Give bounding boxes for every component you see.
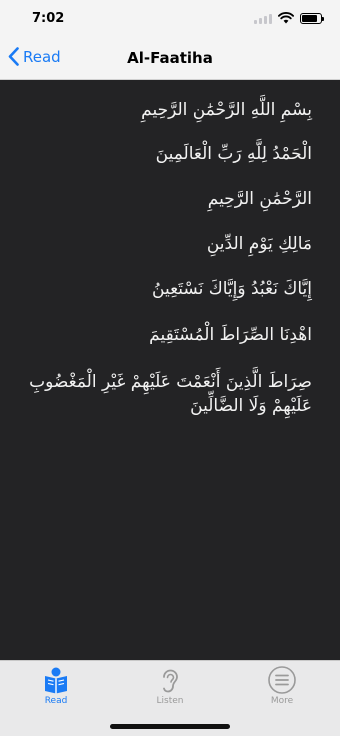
ear-icon	[163, 669, 178, 693]
page-title: Al-Faatiha	[127, 49, 213, 67]
verse-5: إِيَّاكَ نَعْبُدُ وَإِيَّاكَ نَسْتَعِينُ	[152, 279, 312, 299]
verse-6: اهْدِنَا الصِّرَاطَ الْمُسْتَقِيمَ	[149, 325, 312, 345]
screen: 7:02 Read Al-Faatiha بِسْمِ اللَّهِ الرَ…	[0, 0, 340, 736]
verse-7: صِرَاطَ الَّذِينَ أَنْعَمْتَ عَلَيْهِمْ …	[29, 372, 312, 416]
cellular-signal-icon	[254, 13, 272, 24]
tab-more-label: More	[270, 696, 294, 706]
navigation-bar: Read Al-Faatiha	[0, 36, 340, 80]
more-icon	[268, 666, 296, 694]
home-indicator	[110, 724, 230, 729]
status-icons	[254, 12, 324, 24]
reader-icon	[45, 667, 67, 694]
status-bar: 7:02	[0, 0, 340, 36]
status-time: 7:02	[32, 11, 65, 26]
battery-level	[302, 14, 317, 22]
tab-listen[interactable]: Listen	[140, 665, 200, 706]
wifi-icon	[278, 12, 294, 24]
verse-3: الرَّحْمَٰنِ الرَّحِيمِ	[207, 189, 312, 209]
tab-more[interactable]: More	[252, 665, 312, 706]
battery-icon	[300, 12, 324, 24]
verse-1: بِسْمِ اللَّهِ الرَّحْمَٰنِ الرَّحِيمِ	[141, 100, 312, 120]
surah-content[interactable]: بِسْمِ اللَّهِ الرَّحْمَٰنِ الرَّحِيمِ ا…	[0, 80, 340, 660]
verse-2: الْحَمْدُ لِلَّهِ رَبِّ الْعَالَمِينَ	[155, 144, 312, 164]
tab-read-label: Read	[44, 696, 68, 706]
tab-read[interactable]: Read	[26, 665, 86, 706]
tab-listen-label: Listen	[156, 696, 184, 706]
verse-4: مَالِكِ يَوْمِ الدِّينِ	[206, 234, 312, 254]
